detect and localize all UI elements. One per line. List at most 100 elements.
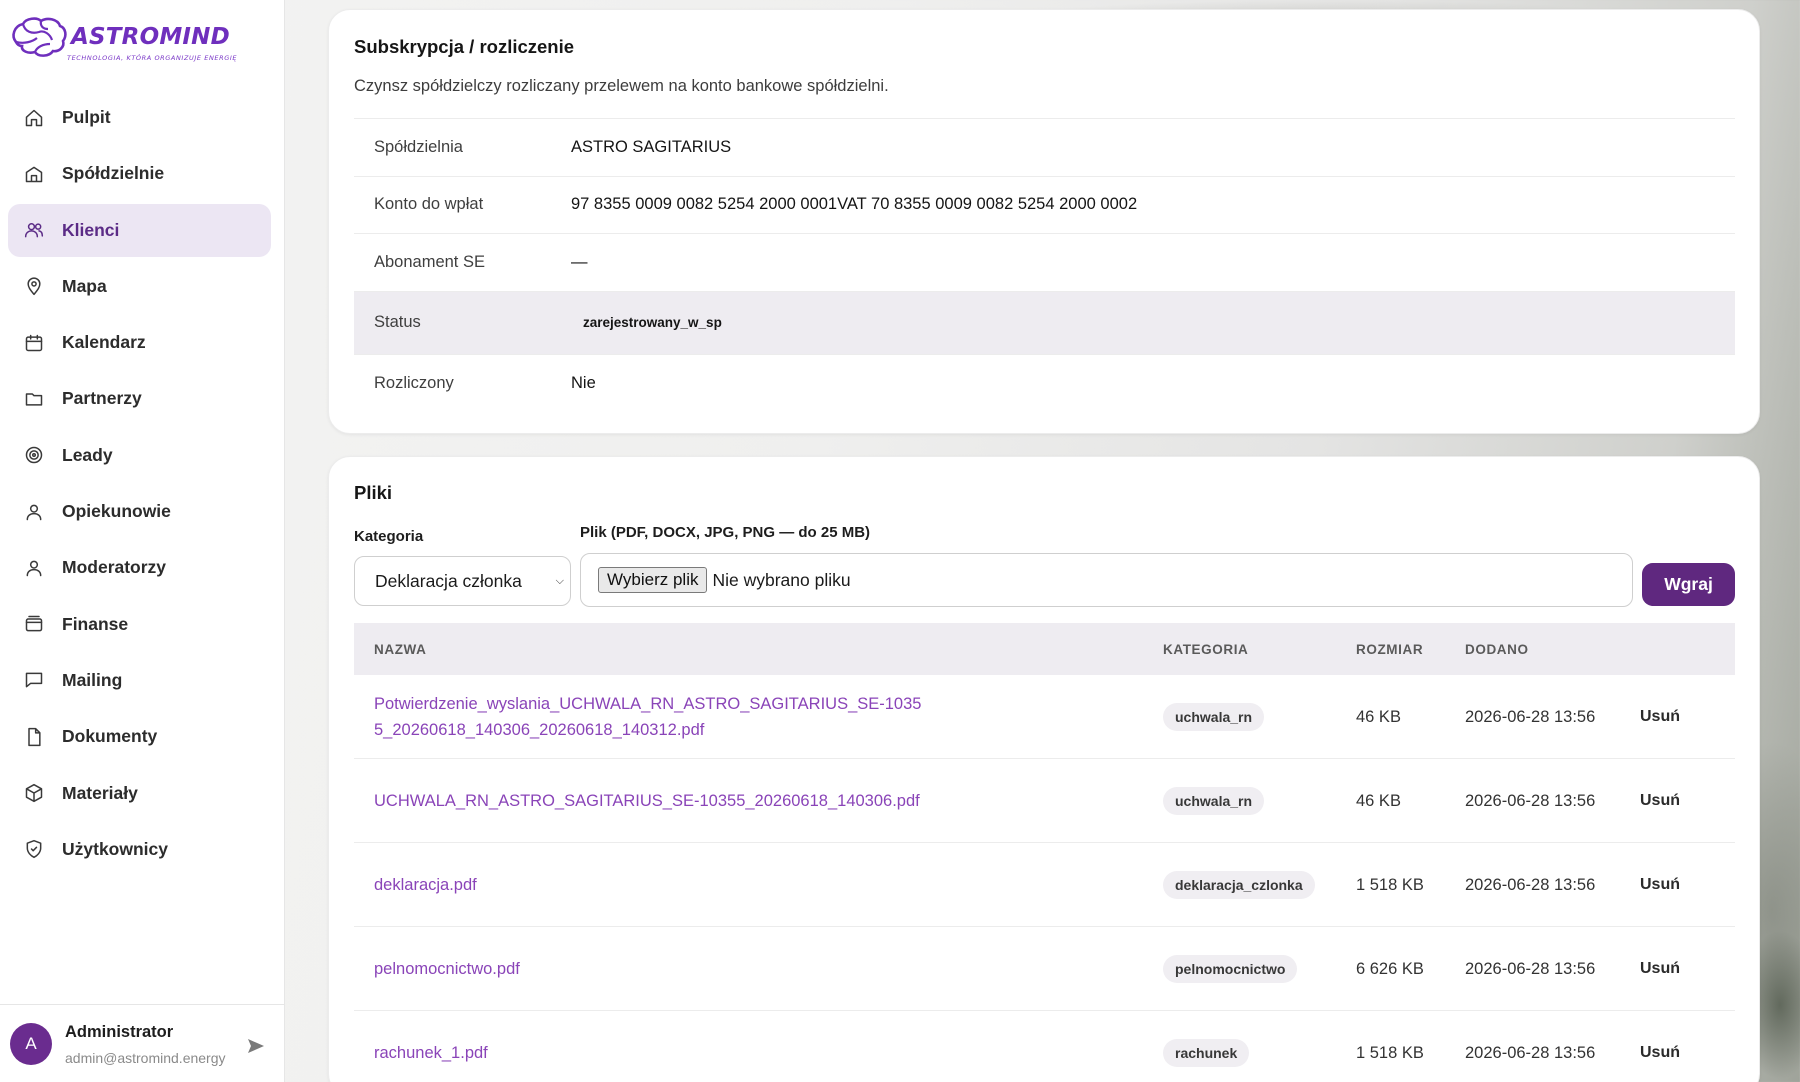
table-row: pelnomocnictwo.pdf pelnomocnictwo 6 626 … bbox=[354, 927, 1735, 1011]
column-header-name[interactable]: NAZWA bbox=[354, 642, 1163, 657]
map-pin-icon bbox=[24, 276, 44, 296]
file-size: 1 518 KB bbox=[1356, 1043, 1424, 1062]
detail-value: ASTRO SAGITARIUS bbox=[571, 137, 732, 156]
sidebar-item-mapa[interactable]: Mapa bbox=[8, 260, 271, 313]
sidebar-item-opiekunowie[interactable]: Opiekunowie bbox=[8, 485, 271, 538]
user-profile: A Administrator admin@astromind.energy bbox=[0, 1004, 284, 1082]
logo[interactable]: ASTROMIND TECHNOLOGIA, KTÓRA ORGANIZUJE … bbox=[10, 16, 250, 66]
sidebar-item-label: Finanse bbox=[62, 613, 129, 634]
file-size: 6 626 KB bbox=[1356, 959, 1424, 978]
detail-label: Konto do wpłat bbox=[374, 195, 484, 214]
files-table: NAZWA KATEGORIA ROZMIAR DODANO Potwierdz… bbox=[354, 623, 1735, 1082]
category-badge: uchwala_rn bbox=[1163, 702, 1265, 731]
files-card: Pliki Kategoria Deklaracja członka ⌵ Pli… bbox=[328, 456, 1760, 1082]
category-badge: deklaracja_czlonka bbox=[1163, 870, 1315, 899]
sidebar-item-label: Spółdzielnie bbox=[62, 163, 165, 184]
target-icon bbox=[24, 445, 44, 465]
table-header: NAZWA KATEGORIA ROZMIAR DODANO bbox=[354, 623, 1735, 675]
sidebar-item-spoldzielnie[interactable]: Spółdzielnie bbox=[8, 147, 271, 200]
subscription-title: Subskrypcja / rozliczenie bbox=[354, 36, 575, 57]
message-icon bbox=[24, 670, 44, 690]
sidebar-item-label: Klienci bbox=[62, 219, 120, 240]
shield-icon bbox=[24, 839, 44, 859]
delete-button[interactable]: Usuń bbox=[1640, 1044, 1680, 1061]
sidebar-item-uzytkownicy[interactable]: Użytkownicy bbox=[8, 823, 271, 876]
sidebar-item-label: Kalendarz bbox=[62, 332, 146, 353]
status-badge: zarejestrowany_w_sp bbox=[583, 315, 722, 330]
table-row: UCHWALA_RN_ASTRO_SAGITARIUS_SE-10355_202… bbox=[354, 759, 1735, 843]
column-header-category[interactable]: KATEGORIA bbox=[1163, 642, 1356, 657]
sidebar-item-label: Mapa bbox=[62, 275, 107, 296]
file-date: 2026-06-28 13:56 bbox=[1465, 875, 1596, 894]
sidebar-item-label: Dokumenty bbox=[62, 726, 158, 747]
category-select[interactable]: Deklaracja członka ⌵ bbox=[354, 556, 571, 606]
table-row: deklaracja.pdf deklaracja_czlonka 1 518 … bbox=[354, 843, 1735, 927]
subscription-description: Czynsz spółdzielczy rozliczany przelewem… bbox=[354, 77, 889, 95]
sidebar-item-label: Moderatorzy bbox=[62, 557, 167, 578]
delete-button[interactable]: Usuń bbox=[1640, 792, 1680, 809]
column-header-size[interactable]: ROZMIAR bbox=[1356, 642, 1465, 657]
category-badge: rachunek bbox=[1163, 1038, 1250, 1067]
files-title: Pliki bbox=[354, 482, 393, 503]
sidebar-item-kalendarz[interactable]: Kalendarz bbox=[8, 316, 271, 369]
user-name: Administrator bbox=[65, 1023, 174, 1041]
column-header-added[interactable]: DODANO bbox=[1465, 642, 1640, 657]
detail-value: 97 8355 0009 0082 5254 2000 0001VAT 70 8… bbox=[571, 195, 1138, 214]
delete-button[interactable]: Usuń bbox=[1640, 708, 1680, 725]
brain-logo-icon bbox=[12, 17, 67, 57]
file-link[interactable]: pelnomocnictwo.pdf bbox=[354, 956, 1163, 982]
home-icon bbox=[24, 108, 44, 128]
detail-row: Abonament SE — bbox=[354, 234, 1735, 292]
sidebar-item-leady[interactable]: Leady bbox=[8, 429, 271, 482]
detail-row: Konto do wpłat 97 8355 0009 0082 5254 20… bbox=[354, 177, 1735, 234]
box-icon bbox=[24, 783, 44, 803]
file-link[interactable]: rachunek_1.pdf bbox=[354, 1040, 1163, 1066]
detail-label: Rozliczony bbox=[374, 373, 454, 392]
file-link[interactable]: deklaracja.pdf bbox=[354, 872, 1163, 898]
sidebar-item-moderatorzy[interactable]: Moderatorzy bbox=[8, 541, 271, 594]
subscription-details: Spółdzielnia ASTRO SAGITARIUS Konto do w… bbox=[354, 118, 1735, 412]
sidebar-item-label: Partnerzy bbox=[62, 388, 142, 409]
brand-tagline: TECHNOLOGIA, KTÓRA ORGANIZUJE ENERGIĘ bbox=[67, 54, 238, 62]
sidebar-nav: Pulpit Spółdzielnie Klienci Mapa Kalenda… bbox=[8, 91, 271, 879]
user-icon bbox=[24, 558, 44, 578]
sidebar-item-materialy[interactable]: Materiały bbox=[8, 767, 271, 820]
detail-value: — bbox=[571, 252, 588, 271]
sidebar-item-label: Opiekunowie bbox=[62, 501, 171, 522]
calendar-icon bbox=[24, 333, 44, 353]
delete-button[interactable]: Usuń bbox=[1640, 876, 1680, 893]
sidebar-item-label: Materiały bbox=[62, 782, 138, 803]
sidebar-item-label: Mailing bbox=[62, 669, 123, 690]
sidebar-item-mailing[interactable]: Mailing bbox=[8, 654, 271, 707]
file-input[interactable]: Wybierz plik Nie wybrano pliku bbox=[580, 553, 1633, 607]
file-size: 46 KB bbox=[1356, 707, 1401, 726]
file-status: Nie wybrano pliku bbox=[712, 569, 851, 590]
sidebar-item-partnerzy[interactable]: Partnerzy bbox=[8, 372, 271, 425]
folder-icon bbox=[24, 389, 44, 409]
file-size: 46 KB bbox=[1356, 791, 1401, 810]
file-date: 2026-06-28 13:56 bbox=[1465, 959, 1596, 978]
delete-button[interactable]: Usuń bbox=[1640, 960, 1680, 977]
detail-row: Rozliczony Nie bbox=[354, 355, 1735, 413]
brand-name: ASTROMIND bbox=[71, 24, 230, 50]
detail-value: Nie bbox=[571, 373, 596, 392]
file-size: 1 518 KB bbox=[1356, 875, 1424, 894]
choose-file-button[interactable]: Wybierz plik bbox=[598, 567, 708, 593]
file-date: 2026-06-28 13:56 bbox=[1465, 707, 1596, 726]
file-link[interactable]: UCHWALA_RN_ASTRO_SAGITARIUS_SE-10355_202… bbox=[354, 788, 1163, 814]
avatar[interactable]: A bbox=[10, 1023, 52, 1065]
sidebar: ASTROMIND TECHNOLOGIA, KTÓRA ORGANIZUJE … bbox=[0, 0, 285, 1082]
category-label: Kategoria bbox=[354, 528, 424, 545]
file-link[interactable]: Potwierdzenie_wyslania_UCHWALA_RN_ASTRO_… bbox=[354, 691, 1163, 743]
wallet-icon bbox=[24, 614, 44, 634]
sidebar-item-pulpit[interactable]: Pulpit bbox=[8, 91, 271, 144]
logout-icon[interactable] bbox=[247, 1038, 267, 1054]
subscription-card: Subskrypcja / rozliczenie Czynsz spółdzi… bbox=[328, 9, 1760, 434]
sidebar-item-klienci[interactable]: Klienci bbox=[8, 203, 271, 257]
sidebar-item-finanse[interactable]: Finanse bbox=[8, 598, 271, 651]
file-date: 2026-06-28 13:56 bbox=[1465, 791, 1596, 810]
detail-label: Abonament SE bbox=[374, 252, 485, 271]
sidebar-item-dokumenty[interactable]: Dokumenty bbox=[8, 710, 271, 763]
chevron-down-icon: ⌵ bbox=[555, 575, 564, 587]
upload-button[interactable]: Wgraj bbox=[1642, 563, 1735, 606]
